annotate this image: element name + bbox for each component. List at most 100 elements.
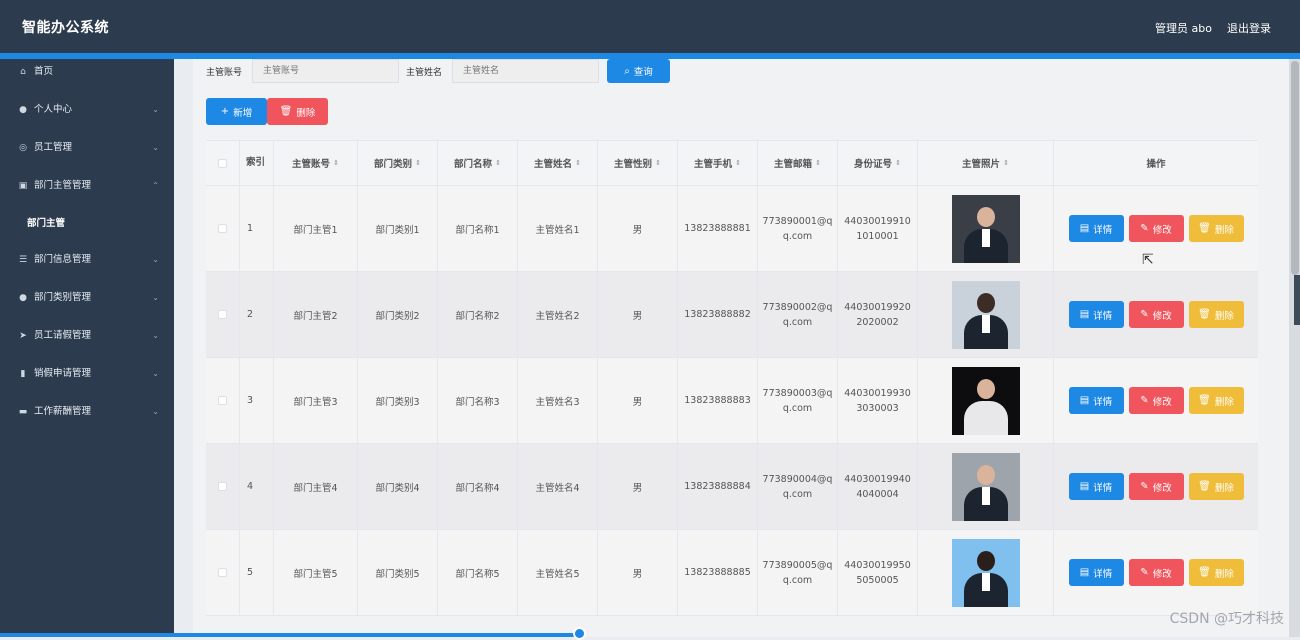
detail-button[interactable]: ▤ 详情 xyxy=(1068,559,1124,586)
sidebar-item-salary[interactable]: ▬ 工作薪酬管理 ⌄ xyxy=(0,399,174,437)
search-icon: ⌕ xyxy=(624,65,630,77)
manager-photo xyxy=(951,538,1020,607)
header-label: 部门名称 xyxy=(454,159,493,170)
delete-button[interactable]: 🗑 删除 xyxy=(1188,301,1244,328)
header-category[interactable]: 部门类别 ⇕ xyxy=(358,141,438,185)
header-dept[interactable]: 部门名称 ⇕ xyxy=(438,141,518,185)
side-tab xyxy=(1294,275,1300,325)
cell-actions: ▤ 详情 ✎ 修改 🗑 删除 xyxy=(1054,358,1258,443)
edit-button[interactable]: ✎ 修改 xyxy=(1128,301,1184,328)
header-index: 索引 xyxy=(240,141,274,185)
row-checkbox[interactable] xyxy=(218,482,227,491)
header-gender[interactable]: 主管性别 ⇕ xyxy=(598,141,678,185)
cell-gender: 男 xyxy=(598,186,678,271)
sidebar-item-label: 销假申请管理 xyxy=(34,368,92,379)
document-icon: ▤ xyxy=(1079,567,1090,578)
cell-actions: ▤ 详情 ✎ 修改 🗑 删除 xyxy=(1054,530,1258,615)
cell-phone: 13823888884 xyxy=(678,444,758,529)
header-phone[interactable]: 主管手机 ⇕ xyxy=(678,141,758,185)
header-email[interactable]: 主管邮箱 ⇕ xyxy=(758,141,838,185)
edit-button[interactable]: ✎ 修改 xyxy=(1128,559,1184,586)
header-name[interactable]: 主管姓名 ⇕ xyxy=(518,141,598,185)
row-checkbox[interactable] xyxy=(218,396,227,405)
row-checkbox[interactable] xyxy=(218,568,227,577)
delete-button[interactable]: 🗑 删除 xyxy=(1188,559,1244,586)
cell-actions: ▤ 详情 ✎ 修改 🗑 删除 xyxy=(1054,444,1258,529)
cell-gender: 男 xyxy=(598,358,678,443)
delete-button[interactable]: 🗑 删除 xyxy=(1188,215,1244,242)
pencil-icon: ✎ xyxy=(1140,481,1149,492)
sidebar-item-dept-category[interactable]: ● 部门类别管理 ⌄ xyxy=(0,285,174,323)
query-button[interactable]: ⌕ 查询 xyxy=(607,59,670,83)
sidebar-item-dept-info[interactable]: ☰ 部门信息管理 ⌄ xyxy=(0,247,174,285)
cell-account: 部门主管3 xyxy=(274,358,358,443)
current-user: 管理员 abo xyxy=(1155,22,1212,35)
row-checkbox[interactable] xyxy=(218,310,227,319)
name-search-input[interactable] xyxy=(452,59,599,83)
edit-button[interactable]: ✎ 修改 xyxy=(1128,473,1184,500)
cell-phone: 13823888885 xyxy=(678,530,758,615)
delete-button[interactable]: 🗑 删除 xyxy=(1188,473,1244,500)
add-button[interactable]: + 新增 xyxy=(206,98,267,125)
cell-email: 773890005@qq.com xyxy=(758,530,838,615)
cell-dept: 部门名称4 xyxy=(438,444,518,529)
header-idcard[interactable]: 身份证号 ⇕ xyxy=(838,141,918,185)
edit-button[interactable]: ✎ 修改 xyxy=(1128,387,1184,414)
sidebar-item-profile[interactable]: ● 个人中心 ⌄ xyxy=(0,97,174,135)
batch-delete-button[interactable]: 🗑 删除 xyxy=(267,98,328,125)
detail-button[interactable]: ▤ 详情 xyxy=(1068,387,1124,414)
header-label: 主管邮箱 xyxy=(774,159,813,170)
account-search-input[interactable] xyxy=(252,59,399,83)
cell-category: 部门类别4 xyxy=(358,444,438,529)
sidebar-item-dept-managers[interactable]: ▣ 部门主管管理 ⌃ xyxy=(0,173,174,211)
cell-gender: 男 xyxy=(598,530,678,615)
row-checkbox[interactable] xyxy=(218,224,227,233)
sidebar-item-leave[interactable]: ➤ 员工请假管理 ⌄ xyxy=(0,323,174,361)
cell-account: 部门主管1 xyxy=(274,186,358,271)
sidebar-item-home[interactable]: ⌂ 首页 xyxy=(0,59,174,97)
cell-actions: ▤ 详情 ✎ 修改 🗑 删除 xyxy=(1054,186,1258,271)
select-all-checkbox[interactable] xyxy=(218,158,227,168)
send-icon: ➤ xyxy=(19,331,27,341)
chevron-down-icon: ⌄ xyxy=(152,369,159,378)
header-label: 主管姓名 xyxy=(534,159,573,170)
cell-name: 主管姓名1 xyxy=(518,186,598,271)
detail-label: 详情 xyxy=(1093,310,1113,322)
trash-icon: 🗑 xyxy=(1198,223,1211,234)
top-header: 智能办公系统 管理员 abo 退出登录 xyxy=(0,0,1300,53)
sort-icon: ⇕ xyxy=(735,159,741,167)
sidebar-subitem-dept-manager[interactable]: 部门主管 xyxy=(0,211,174,247)
scrollbar-thumb[interactable] xyxy=(1291,61,1299,275)
batch-delete-label: 删除 xyxy=(296,107,316,119)
cell-idcard: 440300199505050005 xyxy=(838,530,918,615)
pencil-icon: ✎ xyxy=(1140,223,1149,234)
detail-label: 详情 xyxy=(1093,396,1113,408)
detail-button[interactable]: ▤ 详情 xyxy=(1068,473,1124,500)
sidebar-item-employees[interactable]: ◎ 员工管理 ⌄ xyxy=(0,135,174,173)
cell-email: 773890004@qq.com xyxy=(758,444,838,529)
name-label: 主管姓名 xyxy=(406,68,443,78)
sidebar-item-leave-cancel[interactable]: ▮ 销假申请管理 ⌄ xyxy=(0,361,174,399)
cell-index: 2 xyxy=(240,272,274,357)
row-select-cell xyxy=(206,530,240,615)
edit-button[interactable]: ✎ 修改 xyxy=(1128,215,1184,242)
trash-icon: 🗑 xyxy=(279,106,293,117)
header-photo[interactable]: 主管照片 ⇕ xyxy=(918,141,1054,185)
cell-category: 部门类别3 xyxy=(358,358,438,443)
cell-category: 部门类别1 xyxy=(358,186,438,271)
sidebar-item-label: 个人中心 xyxy=(34,104,73,115)
delete-button[interactable]: 🗑 删除 xyxy=(1188,387,1244,414)
header-account[interactable]: 主管账号 ⇕ xyxy=(274,141,358,185)
header-label: 主管手机 xyxy=(694,159,733,170)
logout-link[interactable]: 退出登录 xyxy=(1227,20,1271,36)
idcard-text: 440300199505050005 xyxy=(844,559,911,586)
chevron-down-icon: ⌄ xyxy=(152,255,159,264)
slider-handle[interactable] xyxy=(573,627,586,640)
manager-photo xyxy=(951,452,1020,521)
sort-icon: ⇕ xyxy=(333,159,339,167)
detail-button[interactable]: ▤ 详情 xyxy=(1068,301,1124,328)
cell-phone: 13823888881 xyxy=(678,186,758,271)
detail-button[interactable]: ▤ 详情 xyxy=(1068,215,1124,242)
sidebar-item-label: 工作薪酬管理 xyxy=(34,406,92,417)
cell-photo xyxy=(918,530,1054,615)
